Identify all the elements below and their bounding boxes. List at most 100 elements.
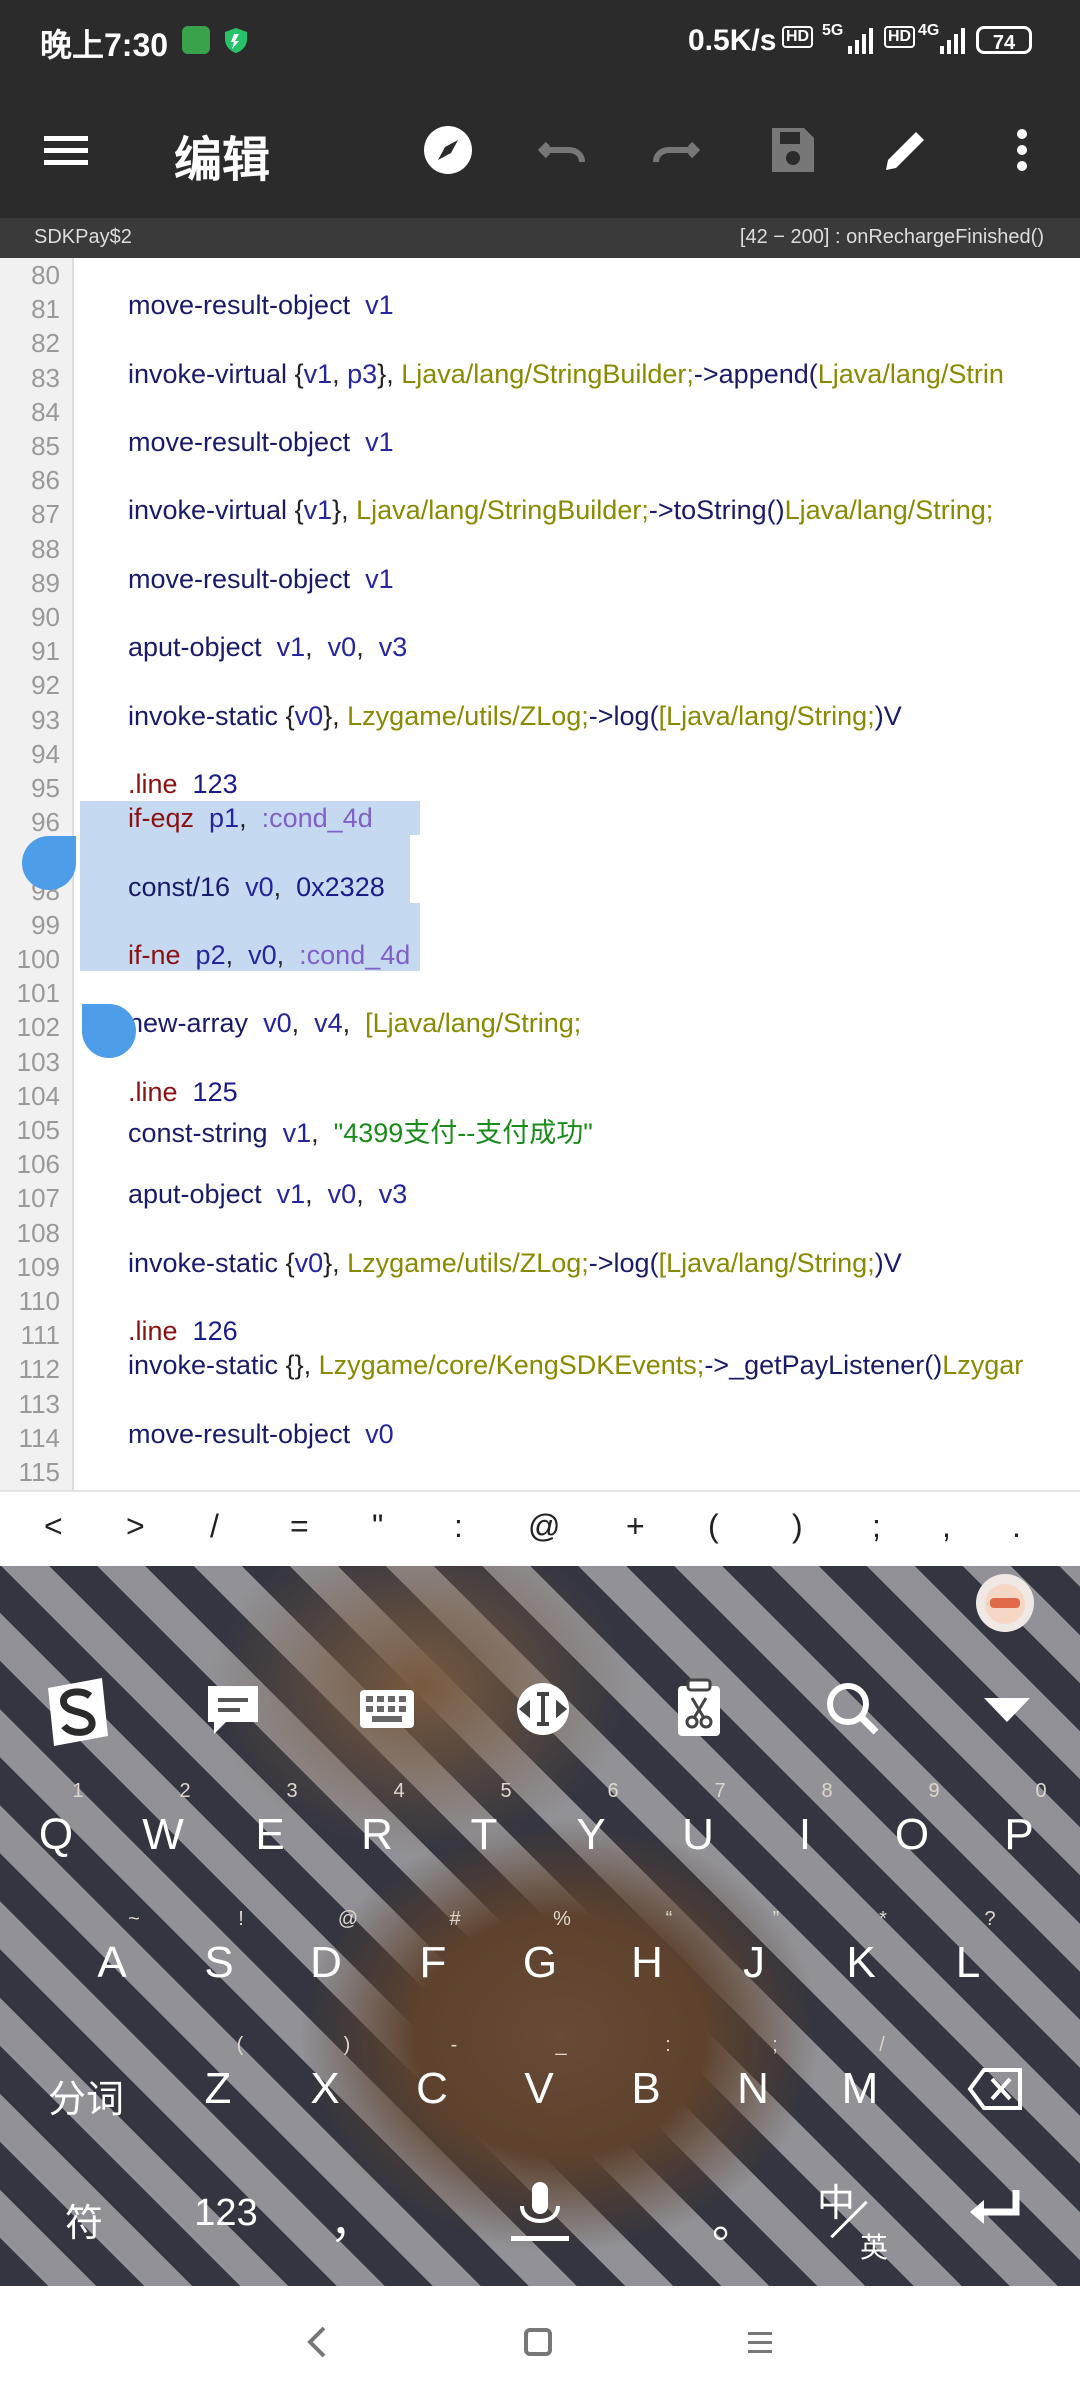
skin-avatar-icon[interactable] (976, 1574, 1034, 1632)
key-y[interactable]: Y (541, 1810, 641, 1860)
line-number: 80 (31, 260, 60, 290)
key-l[interactable]: L (918, 1938, 1018, 1988)
compass-icon[interactable] (418, 120, 478, 180)
key-t[interactable]: T (434, 1810, 534, 1860)
code-token: ->toString() (648, 495, 785, 526)
clipboard-icon[interactable] (664, 1674, 734, 1744)
undo-icon[interactable] (532, 120, 592, 180)
code-line: move-result-object v1 (128, 427, 394, 458)
recents-icon[interactable] (742, 2324, 778, 2365)
key-n[interactable]: N (703, 2064, 803, 2114)
symbol-key[interactable]: < (44, 1508, 63, 1545)
key-hint: ; (772, 2034, 778, 2056)
code-token: { (287, 358, 304, 389)
key-i[interactable]: I (755, 1810, 855, 1860)
key-m[interactable]: M (810, 2064, 910, 2114)
chat-icon[interactable] (198, 1674, 268, 1744)
symbol-key[interactable]: . (1012, 1508, 1021, 1545)
key-w[interactable]: W (113, 1810, 213, 1860)
voice-key[interactable] (490, 2178, 590, 2259)
line-number: 114 (18, 1422, 60, 1453)
key-c[interactable]: C (382, 2064, 482, 2114)
line-number: 100 (16, 944, 60, 974)
code-line: invoke-static {v0}, Lzygame/utils/ZLog;-… (128, 701, 902, 732)
key-d[interactable]: D (276, 1938, 376, 1988)
symbol-key[interactable]: " (372, 1508, 383, 1545)
cursor-move-icon[interactable] (508, 1674, 578, 1744)
key-z[interactable]: Z (168, 2064, 268, 2114)
code-token: v0 (263, 1008, 292, 1039)
symbol-key[interactable]: 符 (34, 2192, 134, 2247)
code-line: .line 126 (128, 1316, 238, 1347)
sogou-logo-icon[interactable] (40, 1674, 110, 1746)
number-key[interactable]: 123 (176, 2192, 276, 2235)
code-token: , (305, 1179, 328, 1210)
code-token: }, (332, 495, 357, 526)
line-number: 108 (16, 1217, 60, 1248)
lang-switch-en[interactable]: 英 (824, 2226, 924, 2266)
code-token: {}, (278, 1350, 319, 1381)
code-token: ->append( (693, 358, 818, 389)
key-j[interactable]: J (704, 1938, 804, 1988)
code-line: aput-object v1, v0, v3 (128, 632, 407, 663)
key-h[interactable]: H (597, 1938, 697, 1988)
save-icon[interactable] (762, 120, 822, 180)
menu-icon[interactable] (36, 120, 96, 180)
code-editor[interactable]: 8081828384858687888990919293949596979899… (0, 258, 1080, 1490)
line-number: 99 (31, 909, 60, 940)
code-token: , (356, 632, 379, 663)
selection-end-handle[interactable] (82, 1004, 136, 1058)
key-e[interactable]: E (220, 1810, 320, 1860)
key-s[interactable]: S (169, 1938, 269, 1988)
key-f[interactable]: F (383, 1938, 483, 1988)
line-number: 90 (31, 602, 60, 632)
code-token: , (291, 1008, 315, 1039)
key-o[interactable]: O (862, 1810, 962, 1860)
key-b[interactable]: B (596, 2064, 696, 2114)
enter-key[interactable] (946, 2182, 1046, 2243)
more-icon[interactable] (992, 120, 1052, 180)
line-number: 102 (16, 1012, 60, 1043)
key-p[interactable]: P (969, 1810, 1069, 1860)
collapse-icon[interactable] (972, 1674, 1042, 1744)
line-number: 94 (31, 738, 60, 769)
symbol-key[interactable]: > (126, 1508, 145, 1545)
key-x[interactable]: X (275, 2064, 375, 2114)
key-k[interactable]: K (811, 1938, 911, 1988)
symbol-key[interactable]: , (942, 1508, 951, 1545)
back-icon[interactable] (298, 2322, 334, 2367)
lang-switch-zh[interactable]: 中 (786, 2172, 886, 2227)
key-r[interactable]: R (327, 1810, 427, 1860)
keyboard-icon[interactable] (352, 1674, 422, 1744)
selection-start-handle[interactable] (22, 836, 76, 890)
signal-icon-2 (938, 26, 968, 59)
symbol-key[interactable]: = (290, 1508, 309, 1545)
period-key[interactable]: 。 (684, 2186, 784, 2250)
backspace-key[interactable] (946, 2064, 1046, 2125)
key-q[interactable]: Q (6, 1810, 106, 1860)
comma-key[interactable]: ， (302, 2186, 402, 2250)
key-g[interactable]: G (490, 1938, 590, 1988)
symbol-key[interactable]: ; (872, 1508, 881, 1545)
code-token: 0x2328 (296, 871, 385, 902)
home-icon[interactable] (520, 2324, 556, 2365)
symbol-key[interactable]: ( (708, 1508, 719, 1545)
key-u[interactable]: U (648, 1810, 748, 1860)
key-a[interactable]: A (62, 1938, 162, 1988)
search-icon[interactable] (818, 1674, 888, 1744)
symbol-key[interactable]: ) (792, 1508, 803, 1545)
fenci-key[interactable]: 分词 (36, 2068, 136, 2123)
symbol-key[interactable]: + (626, 1508, 645, 1545)
edit-icon[interactable] (876, 120, 936, 180)
symbol-key[interactable]: : (454, 1508, 463, 1545)
network-4g-label: 4G (918, 22, 940, 39)
line-number: 106 (16, 1149, 60, 1180)
redo-icon[interactable] (646, 120, 706, 180)
symbol-key[interactable]: / (210, 1508, 219, 1545)
symbol-key[interactable]: @ (528, 1508, 560, 1545)
line-number: 103 (16, 1046, 60, 1077)
code-token: , (239, 803, 262, 834)
code-token: v1 (303, 495, 333, 526)
key-v[interactable]: V (489, 2064, 589, 2114)
